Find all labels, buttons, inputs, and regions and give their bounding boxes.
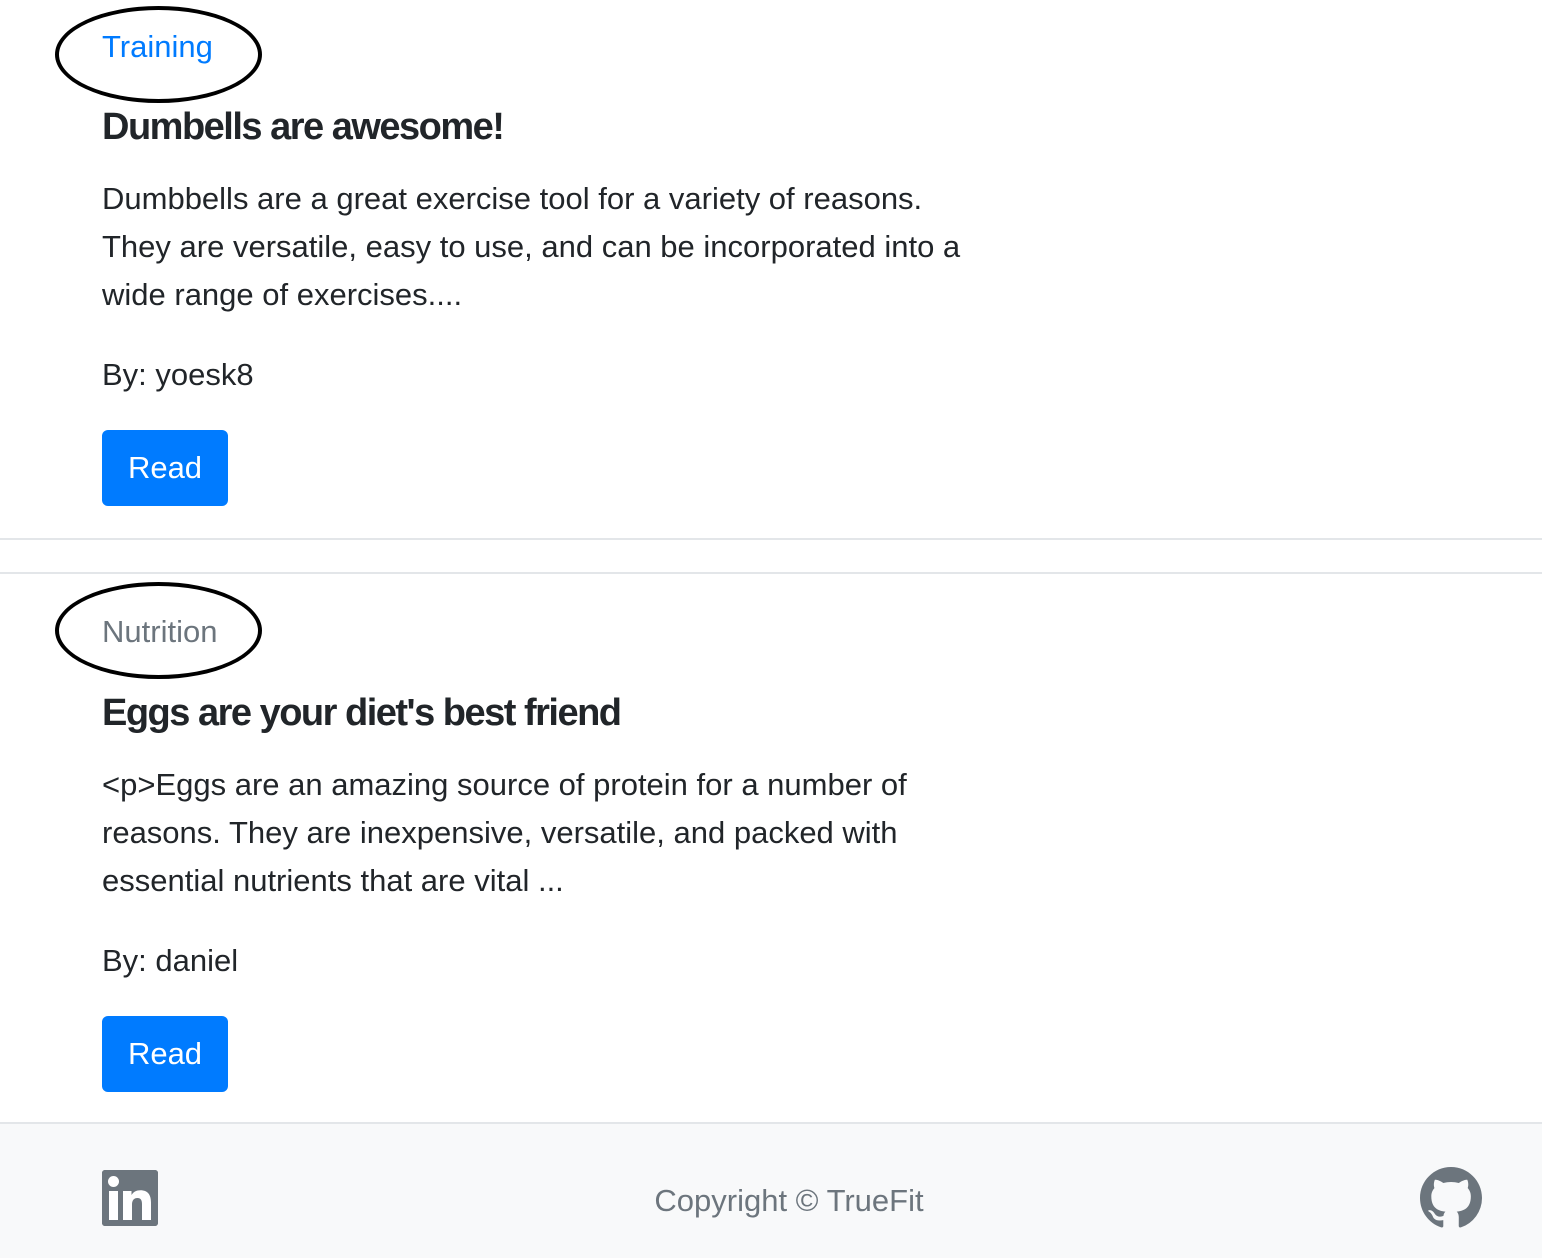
excerpt-line: wide range of exercises.... [102, 277, 463, 312]
post-excerpt: Dumbbells are a great exercise tool for … [102, 175, 1022, 319]
category-link[interactable]: Nutrition [102, 612, 217, 652]
github-icon[interactable] [1420, 1167, 1482, 1229]
category-link[interactable]: Training [102, 27, 213, 67]
post-excerpt: <p>Eggs are an amazing source of protein… [102, 761, 1022, 905]
post-author: By: daniel [102, 943, 239, 978]
blog-page: Training Dumbells are awesome! Dumbbells… [0, 0, 1542, 1258]
read-button[interactable]: Read [102, 1016, 228, 1092]
site-footer: Copyright © TrueFit [0, 1124, 1542, 1258]
post-title: Dumbells are awesome! [102, 106, 505, 148]
read-button[interactable]: Read [102, 430, 228, 506]
excerpt-line: <p>Eggs are an amazing source of protein… [102, 767, 907, 802]
excerpt-line: They are versatile, easy to use, and can… [102, 229, 961, 264]
excerpt-line: Dumbbells are a great exercise tool for … [102, 181, 923, 216]
excerpt-line: reasons. They are inexpensive, versatile… [102, 815, 898, 850]
post-card: Nutrition Eggs are your diet's best frie… [0, 572, 1542, 1124]
excerpt-line: essential nutrients that are vital ... [102, 863, 564, 898]
post-card: Training Dumbells are awesome! Dumbbells… [0, 0, 1542, 540]
post-author: By: yoesk8 [102, 357, 254, 392]
copyright-text: Copyright © TrueFit [654, 1183, 924, 1218]
post-title: Eggs are your diet's best friend [102, 692, 622, 734]
